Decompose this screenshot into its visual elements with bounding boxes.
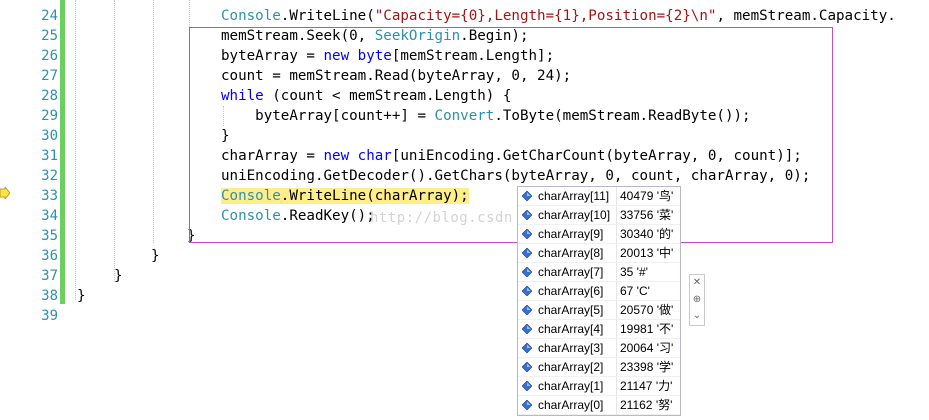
datatip-name: charArray[3] xyxy=(538,341,604,355)
datatip-row[interactable]: charArray[10] 33756 '菜' xyxy=(518,206,680,225)
column-divider xyxy=(616,358,617,377)
datatip-value[interactable]: 20064 '习' xyxy=(620,339,673,358)
datatip-value[interactable]: 40479 '鸟' xyxy=(620,187,673,206)
datatip-name: charArray[6] xyxy=(538,284,604,298)
change-indicator-bar xyxy=(60,0,65,304)
datatip-name: charArray[1] xyxy=(538,379,604,393)
code-token: , memStream.Capacity. xyxy=(716,8,896,24)
column-divider xyxy=(616,244,617,263)
datatip-name: charArray[7] xyxy=(538,265,604,279)
code-token: } xyxy=(151,248,160,264)
line-number: 29 xyxy=(41,108,58,124)
code-token: "Capacity={0},Length={1},Position={2}\n" xyxy=(374,8,717,24)
datatip-row[interactable]: charArray[5] 20570 '做' xyxy=(518,301,680,320)
column-divider xyxy=(616,339,617,358)
datatip-row[interactable]: charArray[0] 21162 '努' xyxy=(518,396,680,415)
datatip-value[interactable]: 35 '#' xyxy=(620,263,648,282)
datatip-name: charArray[11] xyxy=(538,189,610,203)
line-number: 38 xyxy=(41,288,58,304)
datatip-row[interactable]: charArray[6] 67 'C' xyxy=(518,282,680,301)
field-icon xyxy=(522,210,532,220)
column-divider xyxy=(616,396,617,415)
datatip-name: charArray[8] xyxy=(538,246,604,260)
datatip-value[interactable]: 30340 '的' xyxy=(620,225,673,244)
datatip-value[interactable]: 21147 '力' xyxy=(620,377,672,396)
column-divider xyxy=(616,206,617,225)
indent-guide xyxy=(114,0,115,282)
column-divider xyxy=(616,377,617,396)
expand-icon[interactable]: ⌄ xyxy=(691,309,703,323)
field-icon xyxy=(522,324,532,334)
code-line[interactable]: } xyxy=(77,286,86,306)
line-number: 25 xyxy=(41,28,58,44)
datatip-name: charArray[10] xyxy=(538,208,611,222)
field-icon xyxy=(522,343,532,353)
column-divider xyxy=(616,263,617,282)
datatip-value[interactable]: 21162 '努' xyxy=(620,396,672,415)
line-number: 36 xyxy=(41,248,58,264)
datatip-value[interactable]: 23398 '学' xyxy=(620,358,673,377)
datatip-panel[interactable]: charArray[11] 40479 '鸟' charArray[10] 33756… xyxy=(517,186,681,416)
field-icon xyxy=(522,362,532,372)
field-icon xyxy=(522,381,532,391)
datatip-row[interactable]: charArray[7] 35 '#' xyxy=(518,263,680,282)
datatip-row[interactable]: charArray[2] 23398 '学' xyxy=(518,358,680,377)
datatip-row[interactable]: charArray[1] 21147 '力' xyxy=(518,377,680,396)
field-icon xyxy=(522,248,532,258)
line-number: 24 xyxy=(41,8,58,24)
line-number: 37 xyxy=(41,268,58,284)
datatip-value[interactable]: 67 'C' xyxy=(620,282,650,301)
datatip-row[interactable]: charArray[8] 20013 '中' xyxy=(518,244,680,263)
datatip-name: charArray[0] xyxy=(538,398,604,412)
datatip-row[interactable]: charArray[9] 30340 '的' xyxy=(518,225,680,244)
column-divider xyxy=(616,187,617,206)
line-number: 26 xyxy=(41,48,58,64)
datatip-value[interactable]: 20570 '做' xyxy=(620,301,673,320)
field-icon xyxy=(522,305,532,315)
datatip-name: charArray[5] xyxy=(538,303,604,317)
code-token: } xyxy=(114,268,123,284)
line-number: 33 xyxy=(41,188,58,204)
line-number: 30 xyxy=(41,128,58,144)
code-line[interactable]: } xyxy=(151,246,160,266)
line-number: 35 xyxy=(41,228,58,244)
datatip-value[interactable]: 20013 '中' xyxy=(620,244,673,263)
line-number: 31 xyxy=(41,148,58,164)
line-number: 34 xyxy=(41,208,58,224)
field-icon xyxy=(522,267,532,277)
field-icon xyxy=(522,191,532,201)
datatip-name: charArray[9] xyxy=(538,227,604,241)
datatip-value[interactable]: 33756 '菜' xyxy=(620,206,673,225)
watermark: http://blog.csdn xyxy=(370,210,513,226)
datatip-pin-panel[interactable]: ✕ ⊕ ⌄ xyxy=(689,274,705,326)
indent-guide xyxy=(153,0,154,243)
line-number: 28 xyxy=(41,88,58,104)
field-icon xyxy=(522,229,532,239)
line-number: 32 xyxy=(41,168,58,184)
pin-icon[interactable]: ⊕ xyxy=(691,293,703,307)
line-number: 27 xyxy=(41,68,58,84)
code-token: Console xyxy=(221,8,281,24)
code-token: } xyxy=(77,288,86,304)
column-divider xyxy=(616,225,617,244)
column-divider xyxy=(616,282,617,301)
column-divider xyxy=(616,301,617,320)
field-icon xyxy=(522,286,532,296)
close-icon[interactable]: ✕ xyxy=(691,276,703,290)
datatip-name: charArray[2] xyxy=(538,360,604,374)
line-number: 39 xyxy=(41,308,58,324)
datatip-value[interactable]: 19981 '不' xyxy=(620,320,673,339)
code-line[interactable]: Console.WriteLine("Capacity={0},Length={… xyxy=(221,6,896,26)
code-token: .WriteLine( xyxy=(280,8,375,24)
datatip-row[interactable]: charArray[3] 20064 '习' xyxy=(518,339,680,358)
field-icon xyxy=(522,400,532,410)
execution-pointer-icon xyxy=(0,187,10,199)
datatip-row[interactable]: charArray[4] 19981 '不' xyxy=(518,320,680,339)
row-divider xyxy=(518,414,680,415)
code-line[interactable]: } xyxy=(114,266,123,286)
column-divider xyxy=(616,320,617,339)
datatip-row[interactable]: charArray[11] 40479 '鸟' xyxy=(518,187,680,206)
indent-guide xyxy=(75,0,76,300)
datatip-name: charArray[4] xyxy=(538,322,604,336)
